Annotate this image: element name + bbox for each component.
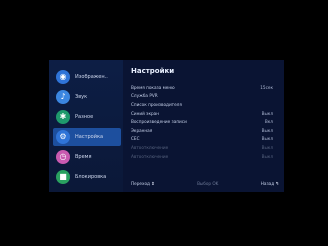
settings-list: Время показа меню 15сек Служба PVR Список… (131, 83, 277, 160)
settings-row[interactable]: Служба PVR (131, 92, 277, 101)
row-label: CEC (131, 136, 140, 142)
settings-icon: ⚙ (56, 130, 70, 144)
move-hint: Переход ⇕ (131, 181, 155, 186)
ok-key-label: OK (212, 180, 219, 186)
row-value: Выкл (261, 153, 273, 159)
row-label: Автоотключение (131, 144, 169, 150)
sidebar-item-label: Блокировка (75, 174, 107, 180)
row-label: Служба PVR (131, 93, 158, 99)
sidebar: ◉ Изображен.. ♪ Звук ✱ Разное ⚙ Настройк… (49, 60, 123, 192)
sidebar-item-label: Разное (75, 114, 94, 120)
row-value: Выкл (261, 144, 273, 150)
settings-row[interactable]: Синий экран Выкл (131, 109, 277, 118)
select-hint: Выбор OK (197, 181, 218, 186)
back-hint: Назад ↰ (261, 181, 279, 186)
settings-row[interactable]: CEC Выкл (131, 135, 277, 144)
sidebar-item-sound[interactable]: ♪ Звук (53, 88, 121, 106)
select-hint-label: Выбор (197, 180, 212, 186)
row-value: Выкл (261, 110, 273, 116)
row-value: Выкл (261, 136, 273, 142)
row-label: Список производителя (131, 101, 182, 107)
sidebar-item-label: Настройка (75, 134, 104, 140)
row-label: Время показа меню (131, 84, 175, 90)
sidebar-item-label: Изображен.. (75, 74, 108, 80)
sidebar-item-lock[interactable]: ■ Блокировка (53, 168, 121, 186)
settings-row[interactable]: Время показа меню 15сек (131, 83, 277, 92)
return-arrow-icon: ↰ (275, 180, 279, 186)
row-label: Автоотключение (131, 153, 169, 159)
image-icon: ◉ (56, 70, 70, 84)
updown-arrows-icon: ⇕ (151, 180, 155, 186)
move-hint-label: Переход (131, 180, 150, 186)
row-value: 15сек (260, 84, 273, 90)
sidebar-item-settings[interactable]: ⚙ Настройка (53, 128, 121, 146)
tv-menu-window: ◉ Изображен.. ♪ Звук ✱ Разное ⚙ Настройк… (49, 60, 284, 192)
settings-row[interactable]: Экранная Выкл (131, 126, 277, 135)
page-title: Настройки (131, 67, 175, 75)
settings-row[interactable]: Список производителя (131, 100, 277, 109)
time-icon: ◷ (56, 150, 70, 164)
row-value: Выкл (261, 127, 273, 133)
sidebar-item-label: Время (75, 154, 92, 160)
row-label: Воспроизведение записи (131, 119, 187, 125)
row-value: Вкл (264, 119, 273, 125)
row-label: Синий экран (131, 110, 159, 116)
footer-hints: Переход ⇕ Выбор OK Назад ↰ (131, 179, 279, 187)
sidebar-item-time[interactable]: ◷ Время (53, 148, 121, 166)
palm-icon: ✱ (56, 110, 70, 124)
settings-row[interactable]: Воспроизведение записи Вкл (131, 117, 277, 126)
sidebar-item-misc[interactable]: ✱ Разное (53, 108, 121, 126)
settings-row-disabled: Автоотключение Выкл (131, 152, 277, 161)
row-label: Экранная (131, 127, 153, 133)
lock-icon: ■ (56, 170, 70, 184)
sidebar-item-label: Звук (75, 94, 88, 100)
back-hint-label: Назад (260, 180, 275, 186)
sound-icon: ♪ (56, 90, 70, 104)
sidebar-item-picture[interactable]: ◉ Изображен.. (53, 68, 121, 86)
settings-panel: Настройки Время показа меню 15сек Служба … (123, 60, 284, 192)
settings-row-disabled: Автоотключение Выкл (131, 143, 277, 152)
